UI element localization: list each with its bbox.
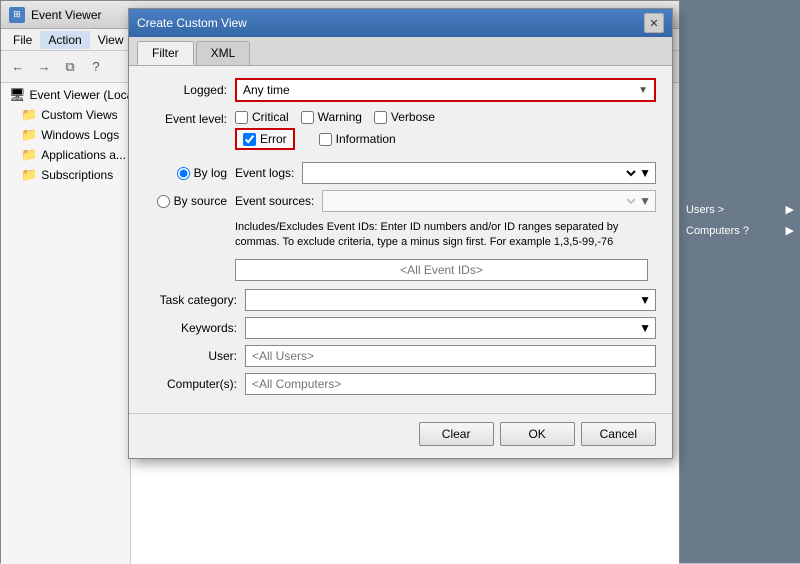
dialog-tabs: Filter XML [129,37,672,66]
dropdown-arrow-logs-icon: ▼ [639,166,651,180]
critical-checkbox[interactable] [235,111,248,124]
by-source-radio-item: By source [145,194,235,208]
error-label[interactable]: Error [260,132,287,146]
event-level-label: Event level: [145,110,235,126]
logged-dropdown[interactable]: Any time ▼ [235,78,656,102]
keywords-dropdown[interactable]: ▼ [245,317,656,339]
dialog-buttons: Clear OK Cancel [129,413,672,458]
task-category-dropdown[interactable]: ▼ [245,289,656,311]
logged-row: Logged: Any time ▼ [145,78,656,102]
user-input[interactable] [245,345,656,367]
event-logs-select[interactable] [307,165,639,181]
ok-button[interactable]: OK [500,422,575,446]
checkbox-row-1: Critical Warning Verbose [235,110,656,124]
by-log-radio[interactable] [177,167,190,180]
verbose-checkbox[interactable] [374,111,387,124]
critical-checkbox-item: Critical [235,110,289,124]
dropdown-arrow-icon: ▼ [638,85,648,96]
dropdown-arrow-keywords-icon: ▼ [639,321,651,335]
event-ids-row [235,259,648,281]
information-checkbox[interactable] [319,133,332,146]
computers-label: Computer(s): [145,377,245,391]
error-checkbox[interactable] [243,133,256,146]
by-source-label[interactable]: By source [174,194,227,208]
event-logs-dropdown[interactable]: ▼ [302,162,656,184]
create-custom-view-dialog: Create Custom View ✕ Filter XML Logged: … [128,8,673,459]
dialog-title: Create Custom View [137,16,247,30]
by-source-row: By source Event sources: ▼ [145,190,656,212]
computers-input[interactable] [245,373,656,395]
keywords-label: Keywords: [145,321,245,335]
logged-control: Any time ▼ [235,78,656,102]
clear-button[interactable]: Clear [419,422,494,446]
dialog-close-button[interactable]: ✕ [644,13,664,33]
cancel-button[interactable]: Cancel [581,422,656,446]
keywords-row: Keywords: ▼ [145,317,656,339]
dropdown-arrow-task-icon: ▼ [639,293,651,307]
task-category-label: Task category: [145,293,245,307]
event-sources-label: Event sources: [235,194,314,208]
dialog-body: Logged: Any time ▼ Event level: C [129,66,672,413]
verbose-checkbox-item: Verbose [374,110,435,124]
tab-xml[interactable]: XML [196,41,251,65]
task-category-row: Task category: ▼ [145,289,656,311]
information-checkbox-item: Information [319,132,396,146]
modal-overlay: Create Custom View ✕ Filter XML Logged: … [0,0,800,563]
checkboxes-group: Critical Warning Verbose [235,110,656,154]
user-label: User: [145,349,245,363]
warning-checkbox-item: Warning [301,110,362,124]
logged-label: Logged: [145,83,235,97]
radio-section: By log Event logs: ▼ By source Event sou… [145,162,656,212]
information-label[interactable]: Information [336,132,396,146]
by-log-radio-item: By log [145,166,235,180]
dialog-titlebar: Create Custom View ✕ [129,9,672,37]
by-log-label[interactable]: By log [194,166,227,180]
event-level-row: Event level: Critical Warning [145,110,656,154]
event-logs-label: Event logs: [235,166,294,180]
dropdown-arrow-sources-icon: ▼ [639,194,651,208]
event-sources-select [327,193,639,209]
by-source-radio[interactable] [157,195,170,208]
logged-value: Any time [243,83,290,97]
computers-row: Computer(s): [145,373,656,395]
tab-filter[interactable]: Filter [137,41,194,65]
warning-checkbox[interactable] [301,111,314,124]
event-sources-dropdown[interactable]: ▼ [322,190,656,212]
warning-label[interactable]: Warning [318,110,362,124]
event-ids-input[interactable] [235,259,648,281]
description-text: Includes/Excludes Event IDs: Enter ID nu… [235,220,656,251]
critical-label[interactable]: Critical [252,110,289,124]
verbose-label[interactable]: Verbose [391,110,435,124]
user-row: User: [145,345,656,367]
checkbox-row-2: Error Information [235,128,656,150]
error-checkbox-wrapper: Error [235,128,295,150]
by-log-row: By log Event logs: ▼ [145,162,656,184]
